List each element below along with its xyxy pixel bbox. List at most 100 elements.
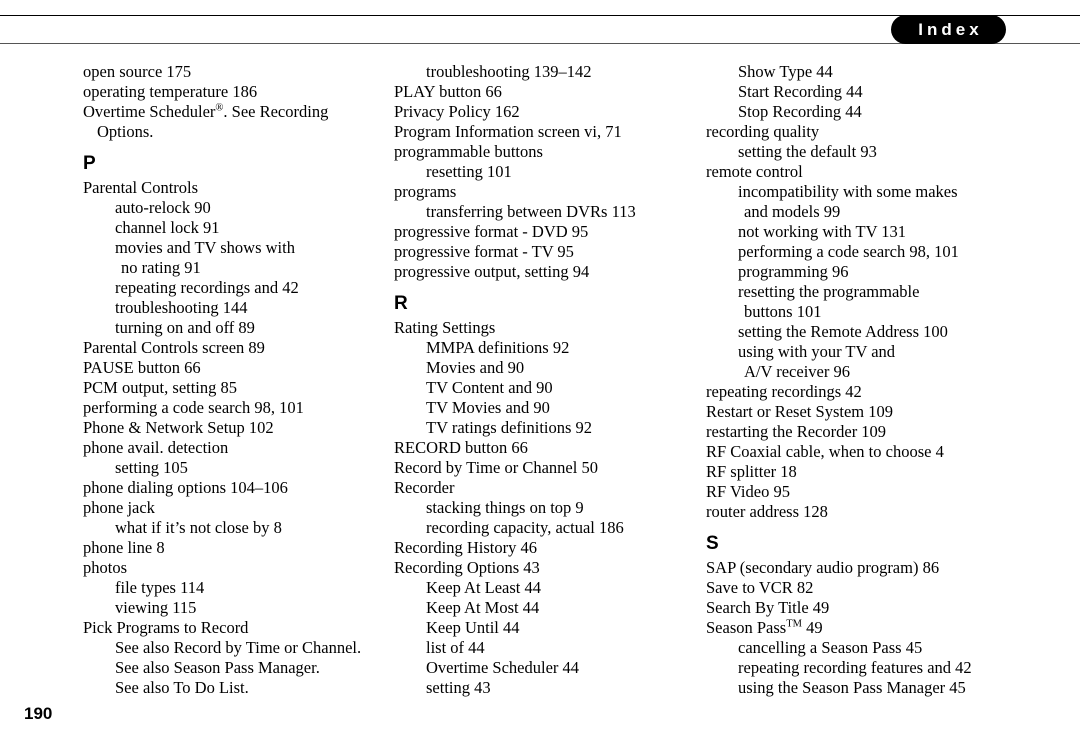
index-subentry: setting the Remote Address 100 (738, 322, 948, 341)
index-subentry: Keep Until 44 (426, 618, 520, 637)
index-entry: Rating Settings (394, 318, 496, 337)
index-subentry: file types 114 (115, 578, 205, 597)
index-subentry: programming 96 (738, 262, 849, 281)
index-subentry: setting 105 (115, 458, 188, 477)
index-tab-label: Index (891, 15, 1006, 44)
index-entry: phone avail. detection (83, 438, 229, 457)
index-subentry: repeating recordings and 42 (115, 278, 299, 297)
index-entry: progressive output, setting 94 (394, 262, 590, 281)
index-entry: Recording Options 43 (394, 558, 540, 577)
index-entry: phone jack (83, 498, 155, 517)
index-subentry: MMPA definitions 92 (426, 338, 570, 357)
index-subentry: resetting 101 (426, 162, 512, 181)
index-entry-tail: . See Recording (223, 102, 329, 121)
index-entry: photos (83, 558, 128, 577)
index-subentry: See also Season Pass Manager. (115, 658, 320, 677)
index-columns-container: open source 175 operating temperature 186… (0, 62, 1080, 702)
index-subentry: TV ratings definitions 92 (426, 418, 593, 437)
index-entry: Parental Controls (83, 178, 199, 197)
index-entry: performing a code search 98, 101 (83, 398, 304, 417)
index-entry-continuation: no rating 91 (121, 258, 201, 277)
page-header: Index (0, 0, 1080, 60)
index-entry: Recording History 46 (394, 538, 537, 557)
index-subentry: list of 44 (426, 638, 485, 657)
index-entry: PCM output, setting 85 (83, 378, 238, 397)
index-subentry: using the Season Pass Manager 45 (738, 678, 966, 697)
index-entry-continuation: A/V receiver 96 (744, 362, 850, 381)
index-column-2: troubleshooting 139–142 PLAY button 66 Pri… (394, 62, 694, 698)
index-column-1: open source 175 operating temperature 186… (83, 62, 383, 698)
index-subentry: recording capacity, actual 186 (426, 518, 624, 537)
index-entry: programs (394, 182, 457, 201)
superscript-mark: TM (786, 618, 802, 630)
index-subentry: troubleshooting 139–142 (426, 62, 592, 81)
index-subentry: TV Movies and 90 (426, 398, 550, 417)
index-subentry: turning on and off 89 (115, 318, 255, 337)
index-letter-heading: P (83, 153, 96, 174)
page-number: 190 (24, 704, 53, 723)
index-subentry: setting the default 93 (738, 142, 877, 161)
index-subentry: Keep At Most 44 (426, 598, 540, 617)
index-entry: RECORD button 66 (394, 438, 528, 457)
index-entry: Privacy Policy 162 (394, 102, 520, 121)
index-subentry: transferring between DVRs 113 (426, 202, 636, 221)
index-entry: Record by Time or Channel 50 (394, 458, 598, 477)
index-column-3: Show Type 44 Start Recording 44 Stop Recor… (706, 62, 1006, 698)
index-subentry: resetting the programmable (738, 282, 920, 301)
index-entry: Search By Title 49 (706, 598, 830, 617)
index-entry: Phone & Network Setup 102 (83, 418, 274, 437)
index-entry: progressive format - TV 95 (394, 242, 574, 261)
index-subentry: what if it’s not close by 8 (115, 518, 282, 537)
index-subentry: Stop Recording 44 (738, 102, 862, 121)
index-entry: Save to VCR 82 (706, 578, 814, 597)
index-entry: Overtime Scheduler®. See Recording (83, 102, 329, 121)
index-subentry: movies and TV shows with (115, 238, 295, 257)
index-entry: restarting the Recorder 109 (706, 422, 887, 441)
index-subentry: Movies and 90 (426, 358, 525, 377)
index-entry: phone line 8 (83, 538, 165, 557)
index-entry: RF Coaxial cable, when to choose 4 (706, 442, 944, 461)
index-entry: repeating recordings 42 (706, 382, 862, 401)
index-subentry: cancelling a Season Pass 45 (738, 638, 923, 657)
index-entry-continuation: buttons 101 (744, 302, 822, 321)
index-subentry: channel lock 91 (115, 218, 220, 237)
index-entry: Program Information screen vi, 71 (394, 122, 622, 141)
index-subentry: See also Record by Time or Channel. (115, 638, 362, 657)
index-subentry: not working with TV 131 (738, 222, 907, 241)
index-letter-heading: S (706, 533, 719, 554)
index-entry: SAP (secondary audio program) 86 (706, 558, 940, 577)
index-subentry: setting 43 (426, 678, 491, 697)
index-subentry: repeating recording features and 42 (738, 658, 972, 677)
index-entry: recording quality (706, 122, 820, 141)
index-entry: Season PassTM 49 (706, 618, 823, 637)
index-subentry: viewing 115 (115, 598, 197, 617)
index-subentry: Keep At Least 44 (426, 578, 542, 597)
index-subentry: Start Recording 44 (738, 82, 863, 101)
index-subentry: performing a code search 98, 101 (738, 242, 959, 261)
index-entry: remote control (706, 162, 803, 181)
index-entry-continuation: Options. (97, 122, 154, 141)
index-subentry: Show Type 44 (738, 62, 833, 81)
index-subentry: See also To Do List. (115, 678, 249, 697)
index-entry: PAUSE button 66 (83, 358, 201, 377)
index-subentry: auto-relock 90 (115, 198, 211, 217)
index-subentry: troubleshooting 144 (115, 298, 248, 317)
index-subentry: TV Content and 90 (426, 378, 553, 397)
index-entry: open source 175 (83, 62, 192, 81)
index-entry: router address 128 (706, 502, 828, 521)
index-subentry: Overtime Scheduler 44 (426, 658, 580, 677)
index-entry: phone dialing options 104–106 (83, 478, 288, 497)
index-entry: Restart or Reset System 109 (706, 402, 893, 421)
index-subentry: stacking things on top 9 (426, 498, 584, 517)
index-subentry: incompatibility with some makes (738, 182, 958, 201)
index-entry: Recorder (394, 478, 455, 497)
index-entry: progressive format - DVD 95 (394, 222, 589, 241)
index-entry: Pick Programs to Record (83, 618, 249, 637)
index-entry: programmable buttons (394, 142, 543, 161)
index-letter-heading: R (394, 293, 408, 314)
index-subentry: using with your TV and (738, 342, 896, 361)
index-entry-continuation: and models 99 (744, 202, 841, 221)
index-entry: RF Video 95 (706, 482, 790, 501)
index-entry: Parental Controls screen 89 (83, 338, 265, 357)
index-entry: PLAY button 66 (394, 82, 502, 101)
